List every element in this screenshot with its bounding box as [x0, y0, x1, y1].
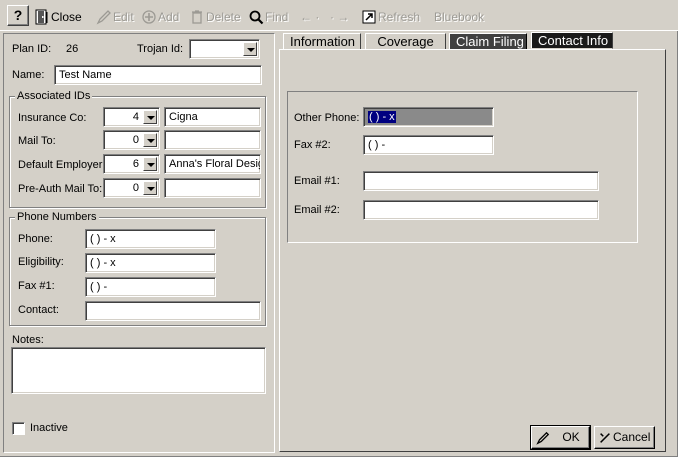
tab-contact-info[interactable]: Contact Info	[531, 32, 613, 49]
name-input[interactable]: Test Name	[54, 65, 262, 85]
add-plus-icon	[142, 10, 156, 24]
fax1-input[interactable]: ( ) -	[85, 277, 216, 297]
find-button[interactable]: Find	[248, 6, 288, 26]
mail-to-id-value: 0	[132, 134, 139, 146]
trojan-id-label: Trojan Id:	[137, 43, 184, 55]
mail-to-name-field[interactable]	[164, 130, 261, 150]
find-label: Find	[265, 9, 289, 24]
notes-label: Notes:	[12, 334, 44, 346]
add-label: Add	[158, 9, 180, 24]
fax2-input[interactable]: ( ) -	[363, 135, 494, 155]
bluebook-label: Bluebook	[434, 9, 485, 24]
close-label: Close	[51, 9, 82, 24]
pencil-check-icon	[536, 431, 550, 445]
add-button[interactable]: Add	[141, 6, 179, 26]
chevron-down-icon[interactable]	[143, 133, 157, 147]
edit-button[interactable]: Edit	[96, 6, 134, 26]
help-button[interactable]: ?	[7, 5, 29, 26]
email2-input[interactable]	[363, 200, 599, 220]
mail-to-label: Mail To:	[18, 135, 56, 147]
cancel-label: Cancel	[613, 430, 651, 444]
name-label: Name:	[12, 69, 45, 81]
chevron-down-icon[interactable]	[143, 110, 157, 124]
bluebook-button[interactable]: Bluebook	[434, 6, 484, 26]
pre-auth-mail-to-name-field[interactable]	[164, 178, 261, 198]
eligibility-input[interactable]: ( ) - x	[85, 253, 216, 273]
inactive-label: Inactive	[30, 422, 68, 434]
refresh-button[interactable]: Refresh	[361, 6, 420, 26]
tab-claim-filing[interactable]: Claim Filing	[449, 33, 527, 50]
other-phone-label: Other Phone:	[294, 112, 360, 124]
close-button[interactable]: Close	[34, 6, 82, 26]
contact-label: Contact:	[18, 304, 59, 316]
insurance-co-name-field[interactable]: Cigna	[164, 107, 261, 127]
cancel-x-icon	[600, 432, 610, 443]
associated-ids-title: Associated IDs	[15, 90, 93, 103]
other-phone-input[interactable]: ( ) - x	[363, 107, 494, 127]
phone-numbers-title: Phone Numbers	[15, 211, 99, 224]
ok-button[interactable]: OK	[530, 425, 591, 450]
pre-auth-mail-to-label: Pre-Auth Mail To:	[18, 183, 103, 195]
insurance-co-id-value: 4	[132, 111, 139, 123]
phone-input[interactable]: ( ) - x	[85, 229, 216, 249]
mail-to-id-dropdown[interactable]: 0	[103, 130, 160, 150]
next-label: · →	[330, 9, 350, 24]
plan-id-label: Plan ID:	[12, 43, 52, 55]
edit-label: Edit	[113, 9, 134, 24]
fax1-label: Fax #1:	[18, 280, 55, 292]
chevron-down-icon[interactable]	[143, 157, 157, 171]
previous-record-button[interactable]: ← ·	[300, 6, 319, 26]
pre-auth-mail-to-id-dropdown[interactable]: 0	[103, 178, 160, 198]
ok-label: OK	[562, 430, 580, 444]
contact-input[interactable]	[85, 301, 261, 321]
tab-coverage[interactable]: Coverage	[365, 33, 446, 50]
pencil-icon	[96, 9, 111, 25]
email2-label: Email #2:	[294, 204, 340, 216]
default-employer-id-value: 6	[132, 158, 139, 170]
insurance-co-id-dropdown[interactable]: 4	[103, 107, 160, 127]
tab-information[interactable]: Information	[283, 33, 361, 50]
trash-icon	[192, 10, 202, 24]
trojan-id-dropdown[interactable]	[189, 39, 260, 59]
default-employer-id-dropdown[interactable]: 6	[103, 154, 160, 174]
close-door-icon	[35, 9, 48, 25]
other-phone-value: ( ) - x	[368, 111, 396, 123]
delete-button[interactable]: Delete	[189, 6, 241, 26]
plan-id-value: 26	[66, 43, 79, 55]
pre-auth-mail-to-id-value: 0	[132, 182, 139, 194]
delete-label: Delete	[206, 9, 241, 24]
refresh-label: Refresh	[378, 9, 421, 24]
plan-window: ? Close Edit Add Delete Find ← · · → Ref…	[0, 0, 678, 457]
chevron-down-icon[interactable]	[243, 42, 257, 56]
cancel-button[interactable]: Cancel	[594, 426, 655, 449]
email1-input[interactable]	[363, 171, 599, 191]
default-employer-name-field[interactable]: Anna's Floral Design	[164, 154, 261, 174]
inactive-checkbox[interactable]	[12, 422, 25, 435]
toolbar: ? Close Edit Add Delete Find ← · · → Ref…	[0, 0, 678, 31]
phone-label: Phone:	[18, 233, 53, 245]
chevron-down-icon[interactable]	[143, 181, 157, 195]
notes-textarea[interactable]	[11, 347, 266, 394]
email1-label: Email #1:	[294, 175, 340, 187]
refresh-icon	[362, 10, 376, 24]
previous-label: ← ·	[300, 9, 320, 24]
insurance-co-label: Insurance Co:	[18, 112, 87, 124]
magnifier-icon	[249, 10, 264, 25]
next-record-button[interactable]: · →	[330, 6, 349, 26]
eligibility-label: Eligibility:	[18, 256, 64, 268]
default-employer-label: Default Employer:	[18, 159, 106, 171]
fax2-label: Fax #2:	[294, 139, 331, 151]
